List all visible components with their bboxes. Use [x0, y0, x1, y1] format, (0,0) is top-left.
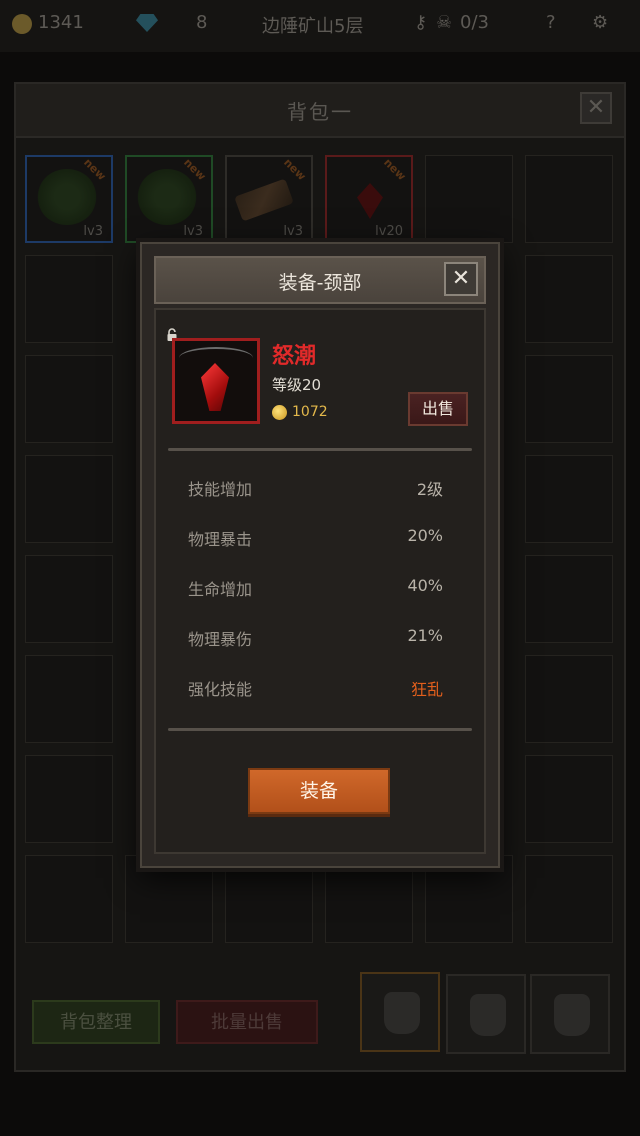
- divider: [168, 448, 472, 451]
- stat-name: 物理暴伤: [188, 630, 253, 649]
- bag-icon: [554, 994, 590, 1036]
- item-price: 1072: [292, 404, 328, 420]
- backpack-tab-1[interactable]: [360, 972, 440, 1052]
- item-level-label: lv20: [375, 224, 403, 239]
- inventory-slot[interactable]: [425, 855, 513, 943]
- inventory-slot[interactable]: [525, 355, 613, 443]
- item-level-label: lv3: [183, 224, 203, 239]
- item-name: 怒潮: [272, 344, 317, 369]
- backpack-tab-3[interactable]: [530, 974, 610, 1054]
- inventory-slot[interactable]: [425, 155, 513, 243]
- wood-bundle-icon: [234, 178, 294, 222]
- inventory-slot[interactable]: [225, 855, 313, 943]
- location-name: 边陲矿山5层: [262, 16, 364, 37]
- inventory-slot[interactable]: [25, 455, 113, 543]
- gem-icon: [136, 14, 158, 32]
- inventory-slot[interactable]: [525, 855, 613, 943]
- wreath-icon: [37, 169, 97, 225]
- inventory-slot-1[interactable]: new lv3: [25, 155, 113, 243]
- backpack-tab-2[interactable]: [446, 974, 526, 1054]
- dialog-close-button[interactable]: ✕: [444, 262, 478, 296]
- inventory-slot[interactable]: [325, 855, 413, 943]
- inventory-slot-2[interactable]: new lv3: [125, 155, 213, 243]
- bag-icon: [470, 994, 506, 1036]
- gold-coin-icon: [272, 405, 287, 420]
- inventory-slot[interactable]: [525, 455, 613, 543]
- inventory-slot-4[interactable]: new lv20: [325, 155, 413, 243]
- stat-value: 21%: [407, 626, 443, 645]
- inventory-slot[interactable]: [525, 655, 613, 743]
- new-badge: new: [280, 155, 308, 184]
- keys-count: 0/3: [460, 12, 489, 33]
- pendant-icon: [357, 183, 383, 219]
- item-level-label: lv3: [83, 224, 103, 239]
- equip-button[interactable]: 装备: [248, 768, 390, 814]
- settings-icon[interactable]: ⚙: [592, 12, 608, 33]
- gold-count: 1341: [38, 12, 84, 33]
- backpack-title: 背包一: [287, 100, 353, 124]
- inventory-slot[interactable]: [525, 755, 613, 843]
- gold-coin-icon: [12, 14, 32, 34]
- inventory-slot-3[interactable]: new lv3: [225, 155, 313, 243]
- item-level: 等级20: [272, 376, 322, 394]
- inventory-slot[interactable]: [125, 855, 213, 943]
- sort-backpack-button[interactable]: 背包整理: [32, 1000, 160, 1044]
- backpack-close-button[interactable]: ✕: [580, 92, 612, 124]
- close-icon: ✕: [451, 266, 471, 291]
- new-badge: new: [380, 155, 408, 184]
- stat-name: 技能增加: [188, 480, 253, 499]
- stat-name: 物理暴击: [188, 530, 253, 549]
- bag-icon: [384, 992, 420, 1034]
- inventory-slot[interactable]: [25, 355, 113, 443]
- stat-value: 20%: [407, 526, 443, 545]
- inventory-slot[interactable]: [25, 855, 113, 943]
- top-status-bar: 1341 8 边陲矿山5层 ⚷ ☠ 0/3 ? ⚙: [0, 0, 640, 52]
- skull-icon: ☠: [436, 12, 453, 33]
- inventory-slot[interactable]: [525, 155, 613, 243]
- stat-value: 2级: [416, 480, 443, 499]
- key-icon: ⚷: [414, 12, 428, 33]
- close-icon: ✕: [586, 95, 606, 120]
- item-level-label: lv3: [283, 224, 303, 239]
- inventory-slot[interactable]: [25, 555, 113, 643]
- stat-name: 生命增加: [188, 580, 253, 599]
- help-icon[interactable]: ?: [546, 12, 556, 33]
- gem-count: 8: [196, 12, 208, 33]
- inventory-slot[interactable]: [25, 755, 113, 843]
- inventory-slot[interactable]: [525, 255, 613, 343]
- divider: [168, 728, 472, 731]
- inventory-slot[interactable]: [25, 655, 113, 743]
- stat-name: 强化技能: [188, 680, 253, 699]
- inventory-slot[interactable]: [25, 255, 113, 343]
- stat-value: 40%: [407, 576, 443, 595]
- stat-value-skill: 狂乱: [410, 680, 443, 699]
- dialog-title: 装备-颈部: [278, 272, 362, 294]
- red-gem-pendant-icon: [201, 363, 229, 411]
- sell-button[interactable]: 出售: [408, 392, 468, 426]
- bulk-sell-button[interactable]: 批量出售: [176, 1000, 318, 1044]
- inventory-slot[interactable]: [525, 555, 613, 643]
- item-icon-frame: [172, 338, 260, 424]
- wreath-icon: [137, 169, 197, 225]
